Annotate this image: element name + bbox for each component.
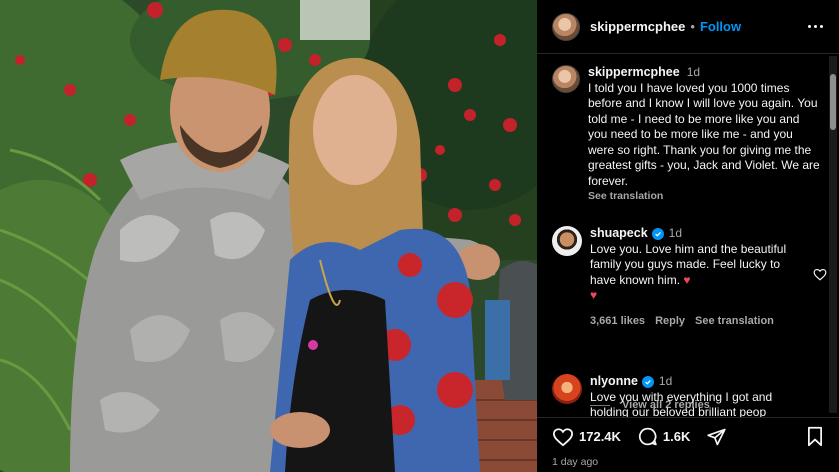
caption-avatar[interactable] [552,65,580,93]
verified-badge-icon [641,375,654,388]
likes-count[interactable]: 172.4K [579,429,621,444]
comment-likes-count[interactable]: 3,661 likes [590,314,645,330]
post-actions: 172.4K 1.6K 1 day ago [537,417,839,472]
red-heart-emoji-icon: ♥ [590,288,598,302]
photo-illustration [0,0,537,472]
comment-time[interactable]: 1d [659,374,672,390]
caption-time[interactable]: 1d [687,65,700,81]
commenter-avatar[interactable] [552,226,582,256]
verified-badge-icon [651,227,664,240]
caption-text: I told you I have loved you 1000 times b… [588,80,820,188]
comment-item: nlyonne 1d Love you with everything I go… [552,374,822,417]
share-button[interactable] [706,427,727,447]
bookmark-icon [808,426,822,447]
comments-count[interactable]: 1.6K [663,429,690,444]
post-photo[interactable] [0,0,537,472]
send-icon [707,428,727,445]
follow-button[interactable]: Follow [700,19,741,34]
post-time-ago[interactable]: 1 day ago [552,456,824,468]
header-separator: • [690,19,695,34]
reply-button[interactable]: Reply [655,314,685,330]
comment-text: Love you with everything I got and holdi… [590,389,773,418]
comment-see-translation[interactable]: See translation [695,314,774,330]
caption-username[interactable]: skippermcphee [588,65,680,81]
red-heart-emoji-icon: ♥ [683,272,691,287]
caption-see-translation[interactable]: See translation [588,189,820,205]
comment-item: shuapeck 1d Love you. Love him and the b… [552,226,822,329]
post-side-panel: skippermcphee • Follow skippermcphee 1d … [537,0,839,472]
like-button[interactable]: 172.4K [552,427,621,447]
more-horizontal-icon[interactable] [808,25,823,28]
save-button[interactable] [806,426,824,447]
scrollbar-thumb[interactable] [830,74,836,130]
commenter-avatar[interactable] [552,374,582,404]
comment-like-heart-icon[interactable] [813,268,827,286]
author-avatar[interactable] [552,12,580,41]
post-header: skippermcphee • Follow [537,0,839,54]
comments-scrollbar[interactable] [829,56,837,413]
comment-bubble-icon [638,427,657,446]
caption: skippermcphee 1d I told you I have loved… [552,65,822,205]
commenter-username[interactable]: shuapeck [590,226,648,242]
heart-icon [552,427,574,446]
author-username[interactable]: skippermcphee [590,19,685,34]
comment-time[interactable]: 1d [669,226,682,242]
comment-button[interactable]: 1.6K [637,426,690,447]
comment-text: Love you. Love him and the beautiful fam… [590,242,790,289]
commenter-username[interactable]: nlyonne [590,374,638,390]
comments-section[interactable]: skippermcphee 1d I told you I have loved… [537,55,839,417]
